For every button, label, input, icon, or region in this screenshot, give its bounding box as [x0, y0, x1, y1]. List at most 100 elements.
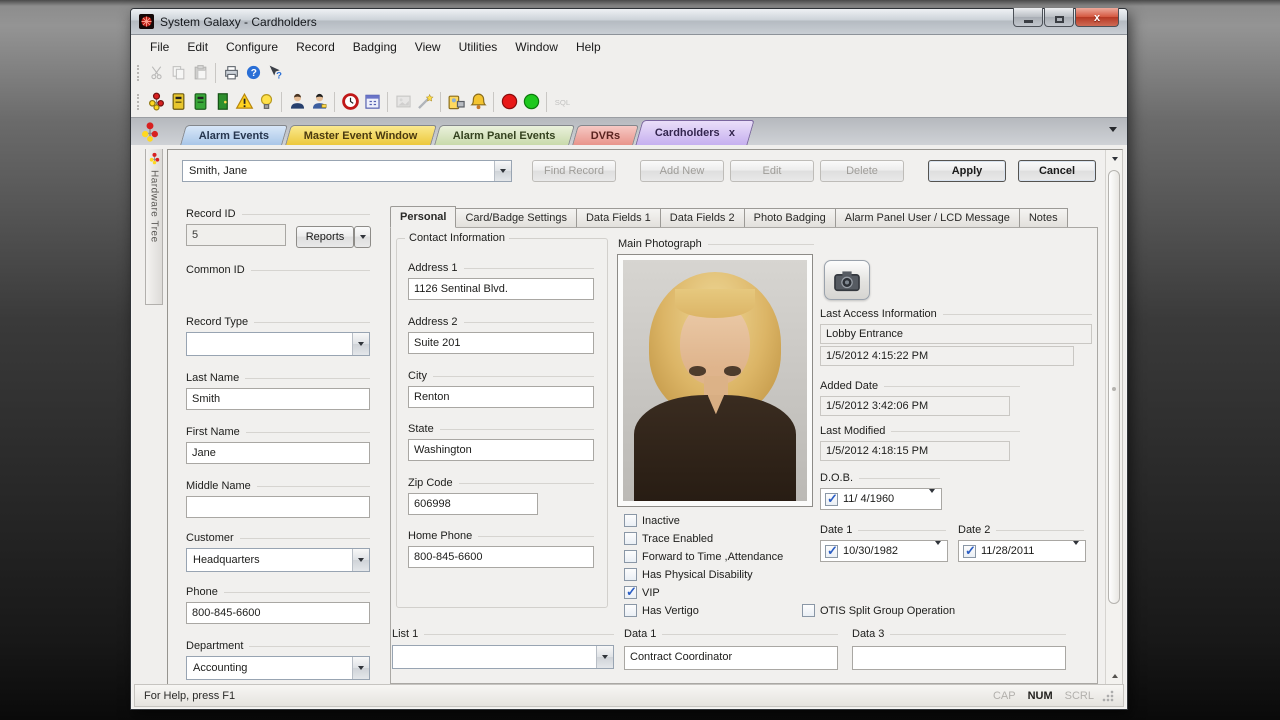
card-reader-yellow-icon[interactable] [167, 91, 189, 113]
has-physical-disability-checkbox[interactable]: Has Physical Disability [624, 568, 753, 581]
forward-to-time-attendance-checkbox[interactable]: Forward to Time ,Attendance [624, 550, 783, 563]
dropdown-arrow-icon[interactable] [596, 646, 613, 668]
menu-utilities[interactable]: Utilities [450, 37, 507, 57]
menu-configure[interactable]: Configure [217, 37, 287, 57]
dropdown-arrow-icon[interactable] [933, 545, 943, 557]
reports-dropdown-button[interactable] [354, 226, 371, 248]
alarm-bell-icon[interactable] [467, 91, 489, 113]
title-bar[interactable]: System Galaxy - Cardholders x [131, 9, 1127, 35]
tab-close-button[interactable]: x [729, 127, 735, 139]
tab-alarm-panel-user-lcd-message[interactable]: Alarm Panel User / LCD Message [836, 208, 1020, 228]
tab-data-fields-1[interactable]: Data Fields 1 [577, 208, 661, 228]
menu-record[interactable]: Record [287, 37, 344, 57]
address1-field[interactable]: 1126 Sentinal Blvd. [408, 278, 594, 300]
lamp-icon[interactable] [255, 91, 277, 113]
tab-alarm-events[interactable]: Alarm Events [180, 125, 288, 145]
phone-field[interactable]: 800-845-6600 [186, 602, 370, 624]
alarm-warning-icon[interactable] [233, 91, 255, 113]
last-name-field[interactable]: Smith [186, 388, 370, 410]
photo-capture-disabled-icon[interactable] [392, 91, 414, 113]
status-green-icon[interactable] [520, 91, 542, 113]
resize-grip[interactable] [1102, 690, 1114, 702]
data1-field[interactable]: Contract Coordinator [624, 646, 838, 670]
maximize-button[interactable] [1044, 8, 1074, 27]
trace-enabled-checkbox[interactable]: Trace Enabled [624, 532, 713, 545]
badge-wand-icon[interactable] [414, 91, 436, 113]
scrollbar-thumb[interactable] [1108, 170, 1120, 604]
hardware-tree-side-tab[interactable]: Hardware Tree [145, 149, 163, 305]
customer-select[interactable]: Headquarters [186, 548, 370, 572]
paste-icon[interactable] [189, 62, 211, 84]
list1-select[interactable] [392, 645, 614, 669]
menu-file[interactable]: File [141, 37, 178, 57]
zip-code-field[interactable]: 606998 [408, 493, 538, 515]
badge-holder-icon[interactable] [308, 91, 330, 113]
vertical-scrollbar[interactable] [1105, 150, 1122, 684]
menu-badging[interactable]: Badging [344, 37, 406, 57]
card-reader-green-icon[interactable] [189, 91, 211, 113]
dropdown-arrow-icon[interactable] [1071, 545, 1081, 557]
add-new-button[interactable]: Add New [640, 160, 724, 182]
scroll-up-arrow-icon[interactable] [1106, 150, 1123, 167]
date2-date-picker[interactable]: 11/28/2011 [958, 540, 1086, 562]
sql-tool-disabled-icon[interactable]: SQL [551, 91, 573, 113]
toolbar-grip[interactable] [137, 94, 140, 110]
middle-name-field[interactable] [186, 496, 370, 518]
door-icon[interactable] [211, 91, 233, 113]
record-type-select[interactable] [186, 332, 370, 356]
menu-help[interactable]: Help [567, 37, 610, 57]
home-phone-field[interactable]: 800-845-6600 [408, 546, 594, 568]
tab-dvrs[interactable]: DVRs [572, 125, 639, 145]
menu-window[interactable]: Window [506, 37, 567, 57]
dropdown-arrow-icon[interactable] [927, 493, 937, 505]
tab-data-fields-2[interactable]: Data Fields 2 [661, 208, 745, 228]
dropdown-arrow-icon[interactable] [494, 161, 511, 181]
data3-field[interactable] [852, 646, 1066, 670]
hardware-tree-icon[interactable] [145, 91, 167, 113]
menu-edit[interactable]: Edit [178, 37, 217, 57]
find-record-button[interactable]: Find Record [532, 160, 616, 182]
inactive-checkbox[interactable]: Inactive [624, 514, 680, 527]
hardware-tree-icon[interactable] [139, 121, 161, 143]
tab-cardholders[interactable]: Cardholdersx [635, 120, 754, 145]
tab-master-event-window[interactable]: Master Event Window [285, 125, 436, 145]
department-select[interactable]: Accounting [186, 656, 370, 680]
cut-icon[interactable] [145, 62, 167, 84]
menu-view[interactable]: View [406, 37, 450, 57]
tab-photo-badging[interactable]: Photo Badging [745, 208, 836, 228]
tab-personal[interactable]: Personal [390, 206, 456, 228]
first-name-field[interactable]: Jane [186, 442, 370, 464]
copy-icon[interactable] [167, 62, 189, 84]
record-id-field[interactable]: 5 [186, 224, 286, 246]
scroll-down-arrow-icon[interactable] [1106, 667, 1123, 684]
tab-card-badge-settings[interactable]: Card/Badge Settings [456, 208, 577, 228]
dropdown-arrow-icon[interactable] [352, 657, 369, 679]
capture-photo-button[interactable] [824, 260, 870, 300]
help-icon[interactable]: ? [242, 62, 264, 84]
apply-button[interactable]: Apply [928, 160, 1006, 182]
vip-checkbox[interactable]: VIP [624, 586, 660, 599]
schedule-icon[interactable] [361, 91, 383, 113]
toolbar-grip[interactable] [137, 65, 140, 81]
reports-button[interactable]: Reports [296, 226, 354, 248]
print-icon[interactable] [220, 62, 242, 84]
cardholder-icon[interactable] [286, 91, 308, 113]
date1-date-picker[interactable]: 10/30/1982 [820, 540, 948, 562]
state-field[interactable]: Washington [408, 439, 594, 461]
city-field[interactable]: Renton [408, 386, 594, 408]
record-red-icon[interactable] [498, 91, 520, 113]
otis-split-group-checkbox[interactable]: OTIS Split Group Operation [802, 604, 955, 617]
dob-date-picker[interactable]: 11/ 4/1960 [820, 488, 942, 510]
tab-alarm-panel-events[interactable]: Alarm Panel Events [434, 125, 574, 145]
dropdown-arrow-icon[interactable] [352, 549, 369, 571]
edit-button[interactable]: Edit [730, 160, 814, 182]
tab-overflow-arrow-icon[interactable] [1109, 127, 1117, 132]
cardholder-selector[interactable]: Smith, Jane [182, 160, 512, 182]
minimize-button[interactable] [1013, 8, 1043, 27]
time-clock-icon[interactable] [339, 91, 361, 113]
context-help-icon[interactable]: ? [264, 62, 286, 84]
delete-button[interactable]: Delete [820, 160, 904, 182]
address2-field[interactable]: Suite 201 [408, 332, 594, 354]
close-button[interactable]: x [1075, 8, 1119, 27]
cancel-button[interactable]: Cancel [1018, 160, 1096, 182]
